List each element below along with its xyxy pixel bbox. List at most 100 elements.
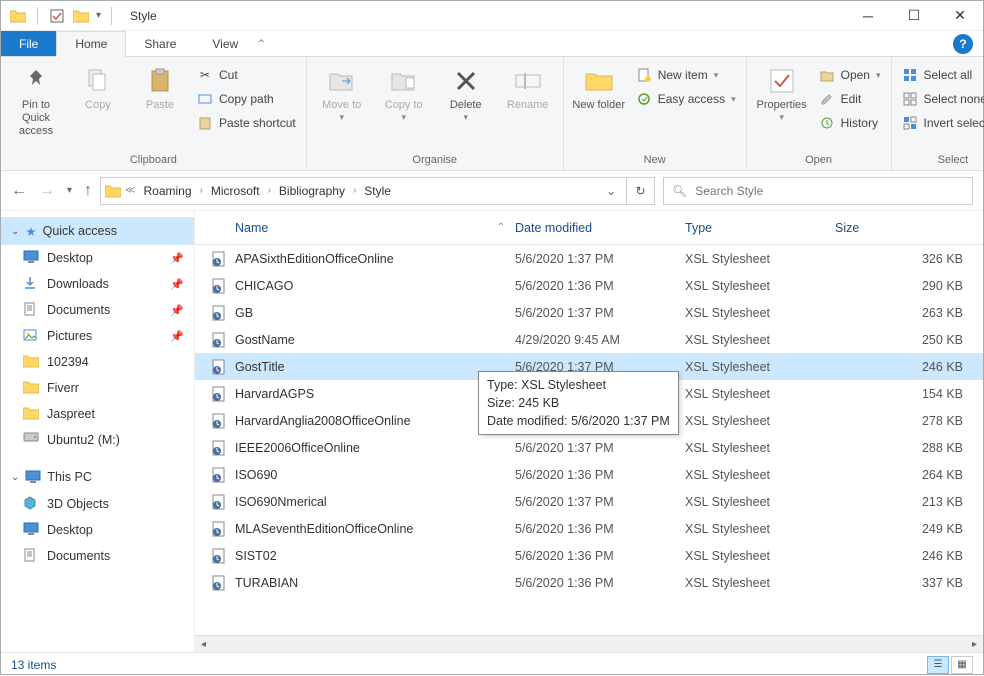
file-row[interactable]: GB5/6/2020 1:37 PMXSL Stylesheet263 KB — [195, 299, 983, 326]
col-type[interactable]: Type — [685, 221, 835, 235]
item-count: 13 items — [11, 658, 56, 672]
select-none-button[interactable]: Select none — [898, 89, 984, 109]
label: Delete — [450, 99, 482, 112]
file-row[interactable]: CHICAGO5/6/2020 1:36 PMXSL Stylesheet290… — [195, 272, 983, 299]
crumb[interactable]: Bibliography — [275, 182, 349, 200]
delete-button[interactable]: Delete▾ — [437, 61, 495, 123]
paste-shortcut-button[interactable]: Paste shortcut — [193, 113, 300, 133]
copy-to-button[interactable]: Copy to▾ — [375, 61, 433, 123]
crumb[interactable]: Microsoft — [207, 182, 264, 200]
col-size[interactable]: Size — [835, 221, 983, 235]
expand-icon[interactable]: ⌄ — [11, 472, 19, 483]
xsl-file-icon — [211, 278, 227, 294]
chevron-left-icon[interactable]: ≪ — [123, 185, 137, 196]
properties-button[interactable]: Properties▾ — [753, 61, 811, 123]
file-row[interactable]: MLASeventhEditionOfficeOnline5/6/2020 1:… — [195, 515, 983, 542]
scroll-right[interactable]: ▸ — [966, 639, 983, 650]
up-button[interactable]: ↑ — [84, 182, 92, 200]
expand-icon[interactable]: ⌄ — [11, 226, 19, 237]
col-name[interactable]: Name⌃ — [195, 221, 515, 235]
file-name: ISO690 — [235, 468, 277, 482]
file-row[interactable]: TURABIAN5/6/2020 1:36 PMXSL Stylesheet33… — [195, 569, 983, 596]
tab-home[interactable]: Home — [56, 31, 126, 57]
qat-checkbox-icon[interactable] — [48, 7, 66, 25]
address-bar[interactable]: ≪ Roaming› Microsoft› Bibliography› Styl… — [100, 177, 627, 205]
chevron-right-icon[interactable]: › — [266, 185, 273, 196]
chevron-right-icon[interactable]: › — [198, 185, 205, 196]
file-row[interactable]: SIST025/6/2020 1:36 PMXSL Stylesheet246 … — [195, 542, 983, 569]
search-input[interactable] — [695, 184, 964, 198]
help-button[interactable]: ? — [953, 34, 973, 54]
file-size: 246 KB — [835, 549, 983, 563]
crumb[interactable]: Roaming — [140, 182, 196, 200]
rename-button[interactable]: Rename — [499, 61, 557, 112]
new-item-button[interactable]: New item ▾ — [632, 65, 740, 85]
tab-view[interactable]: View — [194, 31, 256, 56]
folder-icon[interactable] — [72, 7, 90, 25]
file-type: XSL Stylesheet — [685, 468, 835, 482]
copy-path-button[interactable]: Copy path — [193, 89, 300, 109]
move-to-button[interactable]: Move to▾ — [313, 61, 371, 123]
details-view-button[interactable]: ☰ — [927, 656, 949, 674]
file-row[interactable]: ISO690Nmerical5/6/2020 1:37 PMXSL Styles… — [195, 488, 983, 515]
sidebar-item[interactable]: Pictures📌 — [1, 323, 194, 349]
file-type: XSL Stylesheet — [685, 549, 835, 563]
col-date[interactable]: Date modified — [515, 221, 685, 235]
sidebar-item[interactable]: Downloads📌 — [1, 271, 194, 297]
file-name: APASixthEditionOfficeOnline — [235, 252, 394, 266]
easy-access-button[interactable]: Easy access ▾ — [632, 89, 740, 109]
cut-button[interactable]: ✂Cut — [193, 65, 300, 85]
select-all-button[interactable]: Select all — [898, 65, 984, 85]
sidebar-item[interactable]: Fiverr — [1, 375, 194, 401]
navigation-pane[interactable]: ⌄ ★ Quick access Desktop📌Downloads📌Docum… — [1, 211, 195, 652]
sidebar-item[interactable]: Jaspreet — [1, 401, 194, 427]
search-box[interactable]: 🔍︎ — [663, 177, 973, 205]
pin-to-quick-access-button[interactable]: Pin to Quick access — [7, 61, 65, 139]
paste-button[interactable]: Paste — [131, 61, 189, 112]
close-button[interactable]: ✕ — [937, 1, 983, 31]
recent-dropdown[interactable]: ▾ — [67, 185, 72, 196]
sidebar-quick-access[interactable]: ⌄ ★ Quick access — [1, 217, 194, 245]
forward-button[interactable]: → — [39, 182, 55, 200]
label: Paste shortcut — [219, 116, 296, 130]
thumb-view-button[interactable]: ▦ — [951, 656, 973, 674]
scroll-left[interactable]: ◂ — [195, 639, 212, 650]
3d-icon — [23, 496, 39, 512]
crumb[interactable]: Style — [360, 182, 395, 200]
qat-dropdown-icon[interactable]: ▾ — [96, 10, 101, 21]
history-button[interactable]: History — [815, 113, 885, 133]
edit-button[interactable]: Edit — [815, 89, 885, 109]
refresh-button[interactable]: ↻ — [627, 177, 655, 205]
tab-share[interactable]: Share — [126, 31, 194, 56]
sidebar-item[interactable]: Documents — [1, 543, 194, 569]
file-date: 5/6/2020 1:36 PM — [515, 549, 685, 563]
file-size: 249 KB — [835, 522, 983, 536]
sidebar-item[interactable]: Documents📌 — [1, 297, 194, 323]
sidebar-item[interactable]: Ubuntu2 (M:) — [1, 427, 194, 453]
open-button[interactable]: Open ▾ — [815, 65, 885, 85]
maximize-button[interactable]: ☐ — [891, 1, 937, 31]
sidebar-item[interactable]: Desktop📌 — [1, 245, 194, 271]
file-list[interactable]: APASixthEditionOfficeOnline5/6/2020 1:37… — [195, 245, 983, 635]
new-folder-button[interactable]: New folder — [570, 61, 628, 112]
copy-button[interactable]: Copy — [69, 61, 127, 112]
file-type: XSL Stylesheet — [685, 279, 835, 293]
file-row[interactable]: GostName4/29/2020 9:45 AMXSL Stylesheet2… — [195, 326, 983, 353]
collapse-ribbon-icon[interactable]: ⌃ — [256, 37, 266, 51]
label: Desktop — [47, 251, 93, 265]
file-date: 5/6/2020 1:36 PM — [515, 279, 685, 293]
back-button[interactable]: ← — [11, 182, 27, 200]
address-dropdown[interactable]: ⌄ — [600, 184, 622, 198]
file-row[interactable]: ISO6905/6/2020 1:36 PMXSL Stylesheet264 … — [195, 461, 983, 488]
tab-file[interactable]: File — [1, 31, 56, 56]
invert-selection-button[interactable]: Invert selection — [898, 113, 984, 133]
file-row[interactable]: IEEE2006OfficeOnline5/6/2020 1:37 PMXSL … — [195, 434, 983, 461]
sidebar-this-pc[interactable]: ⌄ This PC — [1, 463, 194, 491]
sidebar-item[interactable]: Desktop — [1, 517, 194, 543]
horizontal-scrollbar[interactable]: ◂ ▸ — [195, 635, 983, 652]
file-row[interactable]: APASixthEditionOfficeOnline5/6/2020 1:37… — [195, 245, 983, 272]
chevron-right-icon[interactable]: › — [351, 185, 358, 196]
sidebar-item[interactable]: 102394 — [1, 349, 194, 375]
sidebar-item[interactable]: 3D Objects — [1, 491, 194, 517]
minimize-button[interactable]: ─ — [845, 1, 891, 31]
